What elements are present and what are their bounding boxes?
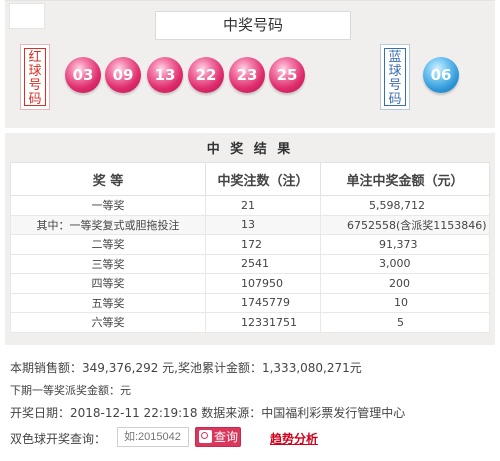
prize-cell: 三等奖 (10, 253, 206, 274)
amount-cell: 3,000 (320, 253, 490, 274)
query-button-label: 查询 (214, 430, 239, 444)
amount-cell: 91,373 (320, 234, 490, 255)
table-row: 五等奖 1745779 10 (10, 292, 490, 313)
prize-cell: 四等奖 (10, 273, 206, 294)
blue-ball-label-text: 蓝球号码 (384, 48, 406, 107)
results-panel: 中 奖 结 果 奖 等 中奖注数（注） 单注中奖金额（元） 一等奖 21 5,5… (5, 133, 495, 345)
table-row: 六等奖 12331751 5 (10, 312, 490, 333)
red-ball-3: 13 (147, 57, 183, 93)
red-ball-5: 23 (229, 57, 265, 93)
sales-info: 本期销售额：349,376,292 元,奖池累计金额：1,333,080,271… (10, 361, 362, 375)
col-header-count: 中奖注数（注） (205, 162, 321, 196)
amount-cell: 5,598,712 (320, 195, 490, 216)
red-ball-6: 25 (269, 57, 305, 93)
count-cell: 12331751 (205, 312, 321, 333)
count-cell: 172 (205, 234, 321, 255)
prize-cell: 一等奖 (10, 195, 206, 216)
query-button[interactable]: 查询 (195, 427, 241, 447)
blue-ball-label: 蓝球号码 (380, 44, 410, 110)
query-label: 双色球开奖查询： (10, 432, 107, 446)
dispatch-info: 下期一等奖派奖金额：元 (10, 384, 131, 397)
table-row: 四等奖 107950 200 (10, 273, 490, 294)
table-row: 其中：一等奖复式或胆拖投注 13 6752558(含派奖1153846) (10, 214, 490, 235)
table-row: 三等奖 2541 3,000 (10, 253, 490, 274)
amount-cell: 5 (320, 312, 490, 333)
col-header-amount: 单注中奖金额（元） (320, 162, 490, 196)
trend-analysis-link[interactable]: 趋势分析 (270, 430, 318, 447)
amount-cell: 6752558(含派奖1153846) (320, 214, 490, 235)
count-cell: 13 (205, 214, 321, 235)
prize-cell: 五等奖 (10, 292, 206, 313)
count-cell: 2541 (205, 253, 321, 274)
table-row: 一等奖 21 5,598,712 (10, 195, 490, 216)
results-title: 中 奖 结 果 (206, 142, 294, 157)
draw-info: 开奖日期：2018-12-11 22:19:18 数据来源：中国福利彩票发行管理… (10, 406, 406, 420)
count-cell: 21 (205, 195, 321, 216)
count-cell: 1745779 (205, 292, 321, 313)
amount-cell: 200 (320, 273, 490, 294)
red-ball-4: 22 (188, 57, 224, 93)
amount-cell: 10 (320, 292, 490, 313)
table-row: 二等奖 172 91,373 (10, 234, 490, 255)
prize-cell: 其中：一等奖复式或胆拖投注 (10, 214, 206, 235)
blue-ball-1: 06 (423, 57, 459, 93)
red-ball-label: 红球号码 (20, 44, 50, 110)
issue-search-input[interactable] (117, 427, 189, 447)
table-header-row: 奖 等 中奖注数（注） 单注中奖金额（元） (10, 162, 490, 196)
red-ball-label-text: 红球号码 (24, 48, 46, 107)
red-ball-1: 03 (65, 57, 101, 93)
results-table: 奖 等 中奖注数（注） 单注中奖金额（元） 一等奖 21 5,598,712 其… (10, 162, 490, 333)
red-ball-2: 09 (105, 57, 141, 93)
count-cell: 107950 (205, 273, 321, 294)
search-icon (199, 430, 212, 443)
prize-cell: 六等奖 (10, 312, 206, 333)
corner-box (9, 3, 45, 29)
col-header-prize: 奖 等 (10, 162, 206, 196)
winning-numbers-title: 中奖号码 (155, 11, 351, 40)
prize-cell: 二等奖 (10, 234, 206, 255)
